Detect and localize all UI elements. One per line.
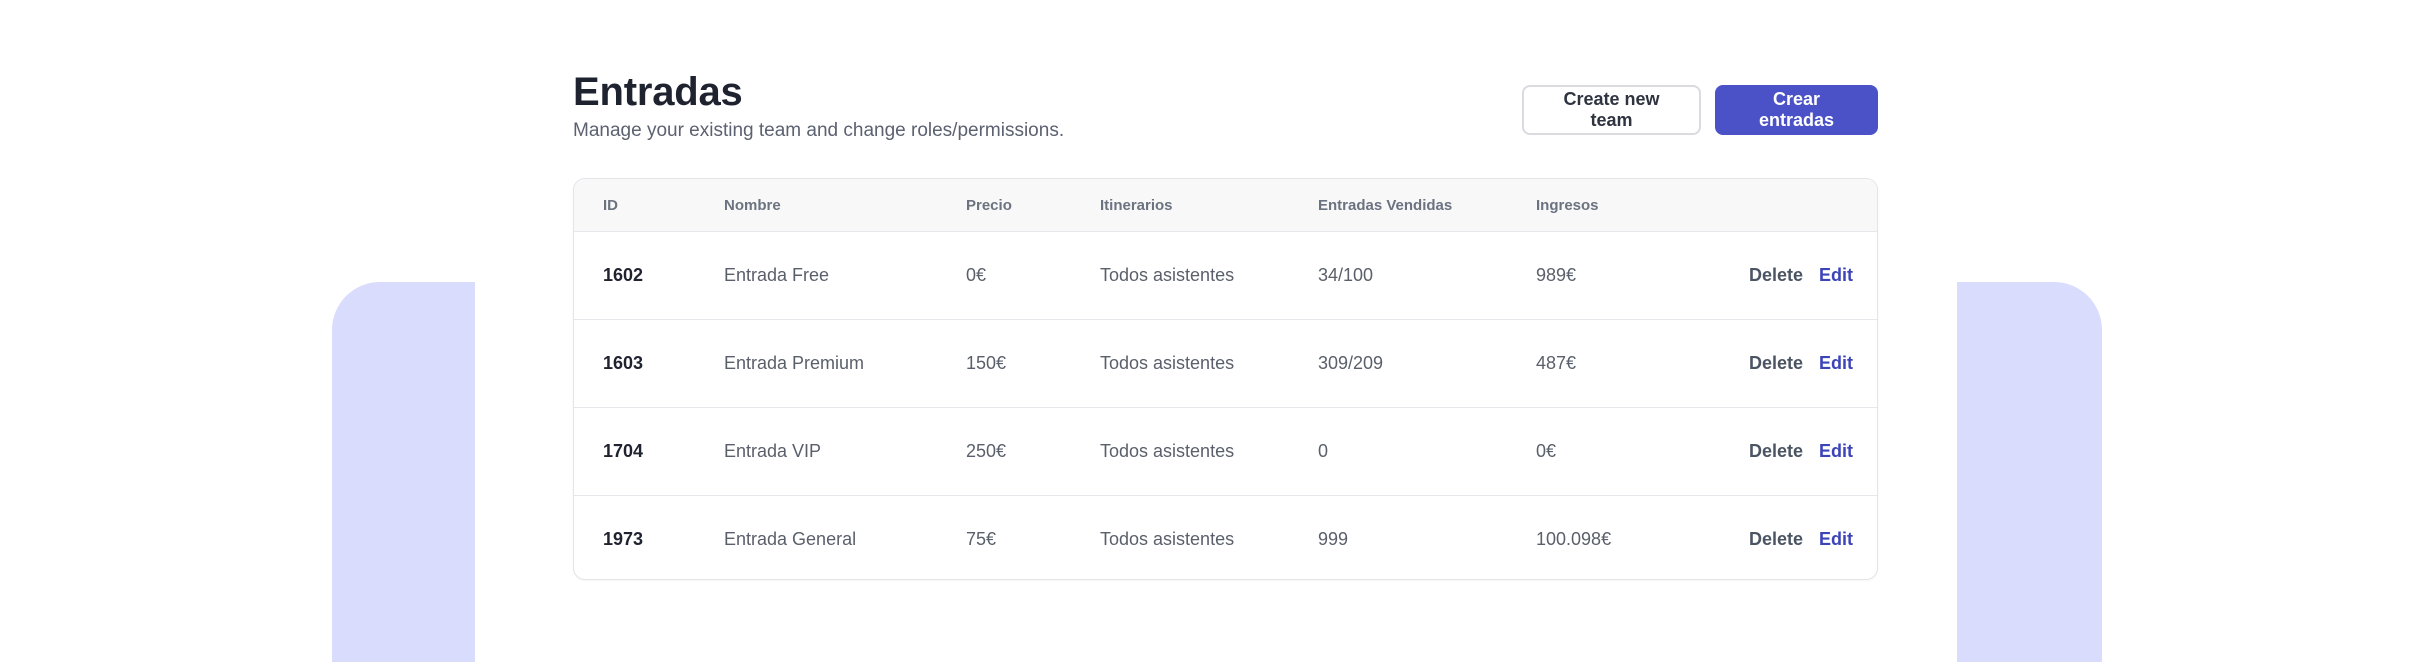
row-id: 1603 bbox=[603, 353, 644, 373]
page-subtitle: Manage your existing team and change rol… bbox=[573, 120, 1065, 141]
row-entradas-vendidas: 0 bbox=[1318, 441, 1329, 461]
row-itinerarios: Todos asistentes bbox=[1100, 441, 1235, 461]
column-header-nombre: Nombre bbox=[724, 196, 781, 214]
delete-button[interactable]: Delete bbox=[1749, 353, 1803, 374]
row-precio: 75€ bbox=[966, 529, 997, 549]
row-nombre: Entrada Premium bbox=[724, 353, 865, 373]
row-itinerarios: Todos asistentes bbox=[1100, 353, 1235, 373]
table-row: 1603 Entrada Premium 150€ Todos asistent… bbox=[574, 320, 1877, 408]
row-ingresos: 989€ bbox=[1536, 265, 1577, 285]
page-title: Entradas bbox=[573, 70, 743, 114]
table-row: 1602 Entrada Free 0€ Todos asistentes 34… bbox=[574, 232, 1877, 320]
row-itinerarios: Todos asistentes bbox=[1100, 265, 1235, 285]
row-ingresos: 100.098€ bbox=[1536, 529, 1612, 549]
edit-button[interactable]: Edit bbox=[1819, 529, 1853, 550]
row-entradas-vendidas: 34/100 bbox=[1318, 265, 1374, 285]
delete-button[interactable]: Delete bbox=[1749, 265, 1803, 286]
row-precio: 250€ bbox=[966, 441, 1007, 461]
delete-button[interactable]: Delete bbox=[1749, 441, 1803, 462]
row-actions: Delete Edit bbox=[1749, 232, 1853, 319]
main-content: Entradas Manage your existing team and c… bbox=[573, 70, 1878, 580]
row-entradas-vendidas: 999 bbox=[1318, 529, 1349, 549]
edit-button[interactable]: Edit bbox=[1819, 441, 1853, 462]
page-header: Entradas Manage your existing team and c… bbox=[573, 70, 1878, 178]
row-actions: Delete Edit bbox=[1749, 496, 1853, 579]
row-precio: 150€ bbox=[966, 353, 1007, 373]
create-new-team-button[interactable]: Create new team bbox=[1522, 85, 1701, 135]
column-header-id: ID bbox=[603, 196, 618, 214]
row-id: 1602 bbox=[603, 265, 644, 285]
decorative-background-left bbox=[332, 282, 475, 662]
row-actions: Delete Edit bbox=[1749, 408, 1853, 495]
column-header-ingresos: Ingresos bbox=[1536, 196, 1599, 214]
crear-entradas-button[interactable]: Crear entradas bbox=[1715, 85, 1878, 135]
row-id: 1973 bbox=[603, 529, 644, 549]
column-header-itinerarios: Itinerarios bbox=[1100, 196, 1173, 214]
row-ingresos: 487€ bbox=[1536, 353, 1577, 373]
row-itinerarios: Todos asistentes bbox=[1100, 529, 1235, 549]
row-entradas-vendidas: 309/209 bbox=[1318, 353, 1384, 373]
edit-button[interactable]: Edit bbox=[1819, 265, 1853, 286]
decorative-background-right bbox=[1957, 282, 2102, 662]
edit-button[interactable]: Edit bbox=[1819, 353, 1853, 374]
row-nombre: Entrada Free bbox=[724, 265, 830, 285]
table-header: ID Nombre Precio Itinerarios Entradas Ve… bbox=[574, 179, 1877, 232]
table-row: 1973 Entrada General 75€ Todos asistente… bbox=[574, 496, 1877, 579]
delete-button[interactable]: Delete bbox=[1749, 529, 1803, 550]
row-id: 1704 bbox=[603, 441, 644, 461]
column-header-precio: Precio bbox=[966, 196, 1012, 214]
column-header-entradas-vendidas: Entradas Vendidas bbox=[1318, 196, 1453, 214]
entries-table: ID Nombre Precio Itinerarios Entradas Ve… bbox=[573, 178, 1878, 580]
header-actions: Create new team Crear entradas bbox=[1522, 85, 1878, 135]
row-precio: 0€ bbox=[966, 265, 987, 285]
row-nombre: Entrada VIP bbox=[724, 441, 822, 461]
row-ingresos: 0€ bbox=[1536, 441, 1557, 461]
row-actions: Delete Edit bbox=[1749, 320, 1853, 407]
row-nombre: Entrada General bbox=[724, 529, 857, 549]
table-row: 1704 Entrada VIP 250€ Todos asistentes 0… bbox=[574, 408, 1877, 496]
